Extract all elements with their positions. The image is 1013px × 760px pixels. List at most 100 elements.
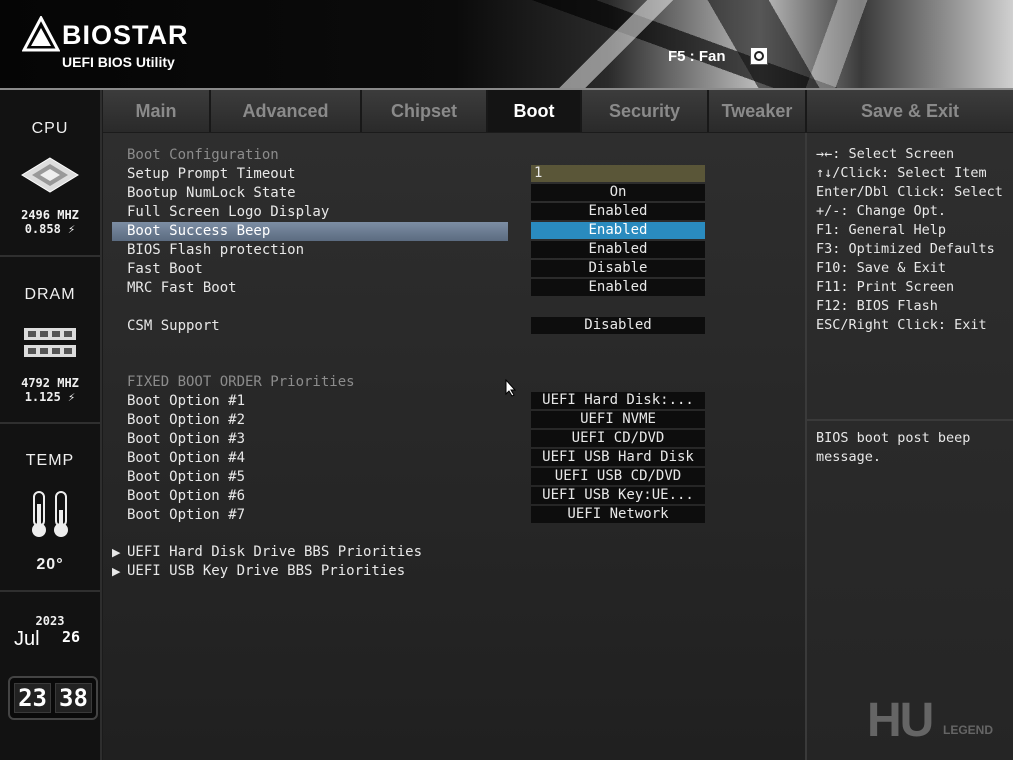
setting-row[interactable]: Setup Prompt Timeout 1 (103, 165, 805, 184)
setting-row[interactable]: CSM Support Disabled (103, 317, 805, 336)
setting-row[interactable]: BIOS Flash protection Enabled (103, 241, 805, 260)
flash-protection-value[interactable]: Enabled (531, 241, 705, 258)
date-year: 2023 (35, 614, 65, 628)
boot-option-row[interactable]: Boot Option #1 UEFI Hard Disk:... (103, 392, 805, 411)
date-day: 26 (62, 628, 81, 646)
boot-option-value[interactable]: UEFI CD/DVD (531, 430, 705, 447)
setting-row[interactable]: Fast Boot Disable (103, 260, 805, 279)
setting-label: BIOS Flash protection (127, 242, 305, 258)
fan-icon[interactable] (750, 47, 768, 65)
tab-save-exit[interactable]: Save & Exit (807, 90, 1013, 132)
help-key-line: F1: General Help (816, 222, 947, 238)
dram-frequency: 4792 MHZ (21, 376, 79, 390)
boot-option-value[interactable]: UEFI USB CD/DVD (531, 468, 705, 485)
submenu-arrow-icon: ▶ (112, 565, 121, 578)
help-key-line: F12: BIOS Flash (816, 298, 938, 314)
boot-option-label: Boot Option #4 (127, 450, 246, 466)
divider (0, 422, 100, 424)
help-key-line: ESC/Right Click: Exit (816, 317, 987, 333)
fan-hint[interactable]: F5 : Fan (668, 48, 726, 65)
thermometer-icon (32, 491, 68, 537)
tab-chipset[interactable]: Chipset (362, 90, 488, 132)
help-key-line: →←: Select Screen (816, 146, 955, 162)
header-decoration (453, 0, 1013, 88)
tab-tweaker[interactable]: Tweaker (709, 90, 807, 132)
biostar-logo-icon (22, 16, 60, 52)
boot-option-label: Boot Option #6 (127, 488, 246, 504)
help-divider (807, 419, 1013, 421)
boot-option-value[interactable]: UEFI Hard Disk:... (531, 392, 705, 409)
watermark-logo: HU LEGEND (867, 693, 993, 748)
submenu-link[interactable]: ▶ UEFI USB Key Drive BBS Priorities (103, 562, 805, 581)
boot-option-label: Boot Option #3 (127, 431, 246, 447)
setup-timeout-input[interactable]: 1 (531, 165, 705, 182)
help-key-line: ↑↓/Click: Select Item (816, 165, 987, 181)
setting-row-selected[interactable]: Boot Success Beep Enabled (103, 222, 805, 241)
watermark-big: HU (867, 694, 934, 747)
boot-option-value[interactable]: UEFI NVME (531, 411, 705, 428)
csm-value[interactable]: Disabled (531, 317, 705, 334)
clock-hour: 23 (14, 683, 51, 713)
date-month: Jul (14, 628, 40, 650)
logo-display-value[interactable]: Enabled (531, 203, 705, 220)
setting-label: Bootup NumLock State (127, 185, 296, 201)
cpu-frequency: 2496 MHZ (21, 208, 79, 222)
boot-option-value[interactable]: UEFI Network (531, 506, 705, 523)
tab-main[interactable]: Main (103, 90, 211, 132)
fast-boot-value[interactable]: Disable (531, 260, 705, 277)
dram-title: DRAM (24, 286, 76, 303)
submenu-label: UEFI Hard Disk Drive BBS Priorities (127, 544, 423, 560)
submenu-link[interactable]: ▶ UEFI Hard Disk Drive BBS Priorities (103, 543, 805, 562)
brand-subtitle: UEFI BIOS Utility (62, 54, 175, 70)
numlock-value[interactable]: On (531, 184, 705, 201)
submenu-label: UEFI USB Key Drive BBS Priorities (127, 563, 406, 579)
setting-label: Fast Boot (127, 261, 203, 277)
help-key-line: F3: Optimized Defaults (816, 241, 995, 257)
clock-minute: 38 (55, 683, 92, 713)
submenu-arrow-icon: ▶ (112, 546, 121, 559)
boot-option-row[interactable]: Boot Option #4 UEFI USB Hard Disk (103, 449, 805, 468)
tab-boot[interactable]: Boot (488, 90, 582, 132)
boot-option-row[interactable]: Boot Option #6 UEFI USB Key:UE... (103, 487, 805, 506)
setting-label: Setup Prompt Timeout (127, 166, 296, 182)
clock-display: 23 38 (8, 676, 98, 720)
divider (0, 255, 100, 257)
brand-name: BIOSTAR (62, 20, 189, 50)
mouse-pointer-icon (505, 379, 517, 397)
divider (0, 590, 100, 592)
temp-title: TEMP (25, 452, 75, 469)
boot-option-value[interactable]: UEFI USB Key:UE... (531, 487, 705, 504)
boot-option-row[interactable]: Boot Option #5 UEFI USB CD/DVD (103, 468, 805, 487)
boot-option-label: Boot Option #2 (127, 412, 246, 428)
setting-label: CSM Support (127, 318, 220, 334)
help-panel: →←: Select Screen ↑↓/Click: Select Item … (807, 133, 1013, 760)
dram-module-icon (24, 328, 76, 357)
help-key-line: F11: Print Screen (816, 279, 955, 295)
boot-option-row[interactable]: Boot Option #3 UEFI CD/DVD (103, 430, 805, 449)
boot-settings-panel: Boot Configuration Setup Prompt Timeout … (103, 133, 807, 760)
boot-option-row[interactable]: Boot Option #2 UEFI NVME (103, 411, 805, 430)
header-bar: BIOSTAR UEFI BIOS Utility F5 : Fan (0, 0, 1013, 90)
cpu-voltage: 0.858 ⚡ (24, 222, 76, 236)
boot-option-row[interactable]: Boot Option #7 UEFI Network (103, 506, 805, 525)
setting-label: Boot Success Beep (127, 223, 271, 239)
setting-row[interactable]: Full Screen Logo Display Enabled (103, 203, 805, 222)
item-description: BIOS boot post beep message. (816, 430, 971, 465)
section-heading: Boot Configuration (127, 147, 279, 163)
boot-option-label: Boot Option #5 (127, 469, 246, 485)
dram-voltage: 1.125 ⚡ (24, 390, 76, 404)
setting-label: MRC Fast Boot (127, 280, 237, 296)
setting-label: Full Screen Logo Display (127, 204, 330, 220)
temperature-value: 20° (36, 556, 64, 573)
help-key-line: +/-: Change Opt. (816, 203, 947, 219)
help-key-line: F10: Save & Exit (816, 260, 947, 276)
setting-row[interactable]: Bootup NumLock State On (103, 184, 805, 203)
cpu-title: CPU (31, 120, 69, 137)
boot-beep-value[interactable]: Enabled (531, 222, 705, 239)
mrc-fast-boot-value[interactable]: Enabled (531, 279, 705, 296)
section-heading: FIXED BOOT ORDER Priorities (127, 374, 355, 390)
setting-row[interactable]: MRC Fast Boot Enabled (103, 279, 805, 298)
tab-security[interactable]: Security (582, 90, 709, 132)
boot-option-value[interactable]: UEFI USB Hard Disk (531, 449, 705, 466)
tab-advanced[interactable]: Advanced (211, 90, 362, 132)
